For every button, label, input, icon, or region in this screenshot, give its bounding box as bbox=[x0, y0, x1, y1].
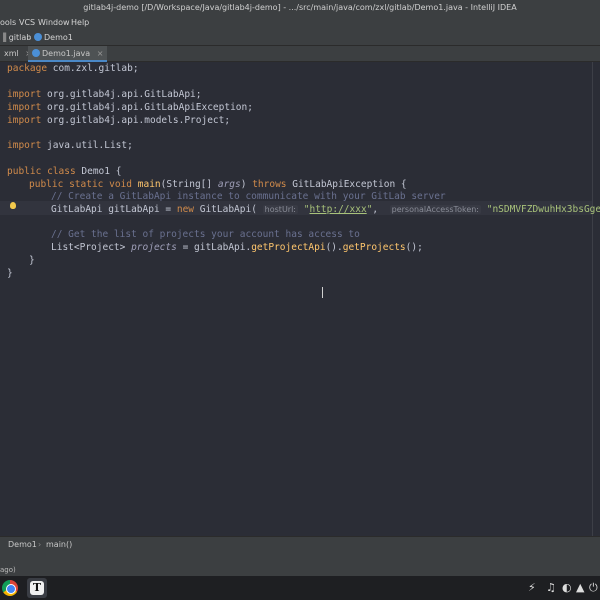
power-icon[interactable]: ⚡ bbox=[528, 581, 536, 595]
breadcrumb-class[interactable]: Demo1 bbox=[8, 537, 37, 553]
close-icon[interactable]: × bbox=[97, 49, 104, 58]
class-icon bbox=[34, 33, 42, 41]
os-taskbar: T ⚡ ♫ ◐ ▲ ⏻ bbox=[0, 576, 600, 600]
right-margin-guide bbox=[592, 62, 593, 536]
code-editor[interactable]: package com.zxl.gitlab; import org.gitla… bbox=[0, 62, 600, 536]
class-icon bbox=[32, 49, 40, 57]
param-hint-hosturl: hostUrl: bbox=[262, 205, 299, 214]
menu-help[interactable]: Help bbox=[71, 15, 89, 30]
typora-icon: T bbox=[30, 581, 44, 595]
code-line-12: GitLabApi gitLabApi = new GitLabApi( hos… bbox=[51, 204, 600, 215]
code-line-15: List<Project> projects = gitLabApi.getPr… bbox=[51, 242, 423, 253]
code-line-16: } bbox=[29, 255, 35, 266]
arrow-icon[interactable]: ▲ bbox=[576, 581, 584, 595]
window-title-bar: gitlab4j-demo [/D/Workspace/Java/gitlab4… bbox=[0, 0, 600, 15]
chrome-icon[interactable] bbox=[2, 580, 18, 596]
code-line-5: import org.gitlab4j.api.models.Project; bbox=[7, 115, 231, 126]
menu-tools[interactable]: ools bbox=[0, 15, 16, 30]
mouse-cursor bbox=[322, 287, 323, 298]
breadcrumb: Demo1 › main() bbox=[0, 536, 600, 552]
breadcrumb-method[interactable]: main() bbox=[46, 537, 72, 553]
window-title: gitlab4j-demo [/D/Workspace/Java/gitlab4… bbox=[83, 3, 517, 12]
nav-class-demo1[interactable]: Demo1 bbox=[34, 30, 73, 46]
network-icon[interactable]: ◐ bbox=[562, 581, 572, 595]
code-line-17: } bbox=[7, 268, 13, 279]
tab-demo1-java[interactable]: Demo1.java × bbox=[28, 46, 108, 62]
code-line-7: import java.util.List; bbox=[7, 140, 133, 151]
typora-app[interactable]: T bbox=[27, 578, 47, 598]
status-text: ago) bbox=[0, 566, 16, 574]
code-line-4: import org.gitlab4j.api.GitLabApiExcepti… bbox=[7, 102, 253, 113]
editor-scrollbar[interactable] bbox=[594, 62, 600, 536]
tab-demo1-label: Demo1.java bbox=[42, 49, 91, 58]
code-line-14: // Get the list of projects your account… bbox=[51, 229, 360, 240]
code-line-1: package com.zxl.gitlab; bbox=[7, 63, 139, 74]
menu-window[interactable]: Window bbox=[38, 15, 70, 30]
param-hint-token: personalAccessToken: bbox=[389, 205, 481, 214]
breadcrumb-separator: › bbox=[38, 540, 42, 549]
status-bar: ago) bbox=[0, 552, 600, 576]
url-link[interactable]: http://xxx bbox=[309, 204, 366, 215]
code-text: package com.zxl.gitlab; import org.gitla… bbox=[7, 62, 600, 279]
navigation-bar: ▐ gitlab › Demo1 bbox=[0, 30, 600, 46]
tab-xml-label: xml bbox=[4, 49, 19, 58]
menu-vcs[interactable]: VCS bbox=[19, 15, 35, 30]
package-icon: ▐ bbox=[0, 33, 7, 42]
nav-package-gitlab[interactable]: ▐ gitlab bbox=[0, 30, 31, 46]
code-line-11: // Create a GitLabApi instance to commun… bbox=[51, 191, 446, 202]
nav-separator: › bbox=[28, 33, 32, 42]
nav-class-label: Demo1 bbox=[44, 33, 73, 42]
code-line-9: public class Demo1 { bbox=[7, 166, 122, 177]
menu-bar: ools VCS Window Help bbox=[0, 15, 600, 30]
music-icon[interactable]: ♫ bbox=[546, 581, 556, 595]
shutdown-icon[interactable]: ⏻ bbox=[589, 581, 598, 595]
editor-tab-bar: xml × Demo1.java × bbox=[0, 46, 600, 62]
code-line-3: import org.gitlab4j.api.GitLabApi; bbox=[7, 89, 202, 100]
